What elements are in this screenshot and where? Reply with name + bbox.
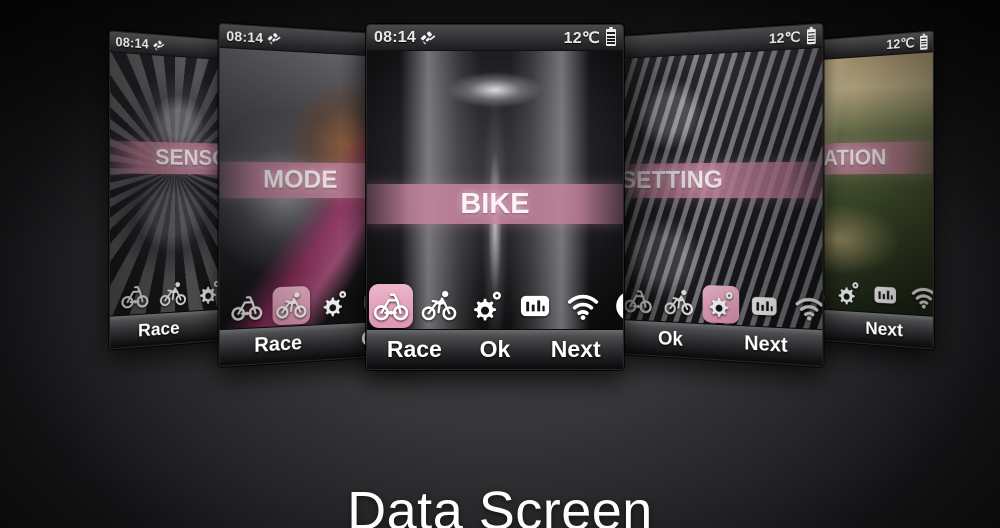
nav-icon-bike[interactable] — [621, 282, 655, 320]
nav-icon-gears[interactable] — [465, 284, 509, 328]
clock-time: 08:14 — [374, 28, 416, 46]
nav-icon-cyclist[interactable] — [417, 284, 461, 328]
nav-icon-cyclist[interactable] — [156, 276, 189, 313]
status-right: 12℃ — [769, 27, 816, 47]
status-left: 08:14 — [115, 34, 165, 53]
status-left: 08:14 — [226, 28, 282, 47]
nav-icon-gears[interactable] — [316, 284, 352, 323]
device-carousel: 08:14 SENSOR Race 08:14 MODE Race 12℃ SE… — [0, 0, 1000, 528]
nav-icon-row — [367, 283, 623, 329]
satellite-icon — [266, 30, 282, 47]
page-caption: Data Screen — [347, 481, 653, 528]
battery-icon — [806, 28, 816, 44]
status-right: 12℃ — [564, 28, 616, 48]
battery-icon — [606, 29, 616, 46]
nav-icon-gears[interactable] — [702, 284, 740, 324]
clock-time: 08:14 — [226, 27, 264, 47]
softkey-next[interactable]: Next — [720, 331, 814, 360]
screen-title: SETTING — [620, 165, 723, 194]
device-screen-setting[interactable]: 12℃ SETTING Ok Next — [620, 22, 824, 368]
screen-title-band: BIKE — [367, 184, 623, 224]
screen-artwork-setting: SETTING — [620, 47, 823, 330]
nav-icon-wifi[interactable] — [906, 278, 932, 316]
status-bar: 08:14 12℃ — [367, 25, 623, 51]
softkey-ok[interactable]: Ok — [456, 336, 535, 363]
nav-icon-data[interactable] — [513, 284, 557, 328]
softkey-next[interactable]: Next — [844, 316, 925, 343]
device-screen-bike[interactable]: 08:14 12℃ BIKE Race Ok Next — [366, 24, 624, 370]
nav-icon-bike[interactable] — [369, 284, 413, 328]
clock-time: 08:14 — [115, 34, 149, 52]
softkey-race[interactable]: Race — [118, 316, 199, 343]
nav-icon-cyclist[interactable] — [272, 285, 311, 325]
status-left: 08:14 — [374, 29, 437, 47]
nav-icon-bike[interactable] — [118, 277, 153, 314]
nav-icon-wifi[interactable] — [790, 287, 823, 327]
nav-icon-data[interactable] — [868, 276, 902, 313]
nav-icon-gears[interactable] — [832, 275, 864, 311]
nav-icon-cyclist[interactable] — [661, 283, 696, 321]
screen-title-band: SETTING — [620, 161, 823, 199]
screen-artwork-bike: BIKE — [367, 51, 623, 329]
temperature-readout: 12℃ — [563, 29, 600, 47]
softkey-race[interactable]: Race — [375, 336, 454, 363]
battery-icon — [920, 34, 928, 50]
nav-icon-data[interactable] — [745, 286, 783, 326]
nav-icon-bike[interactable] — [227, 287, 266, 327]
softkey-ok[interactable]: Ok — [628, 326, 715, 353]
nav-icon-navigation[interactable] — [609, 284, 623, 328]
satellite-icon — [152, 38, 165, 53]
satellite-icon — [419, 29, 437, 47]
nav-icon-wifi[interactable] — [561, 284, 605, 328]
temperature-readout: 12℃ — [768, 28, 801, 47]
status-right: 12℃ — [886, 34, 928, 53]
screen-title: BIKE — [460, 187, 530, 220]
softkey-next[interactable]: Next — [536, 336, 615, 363]
temperature-readout: 12℃ — [886, 35, 915, 53]
softkey-bar: Race Ok Next — [367, 329, 623, 369]
screen-title: MODE — [262, 165, 338, 194]
softkey-race[interactable]: Race — [231, 331, 325, 360]
